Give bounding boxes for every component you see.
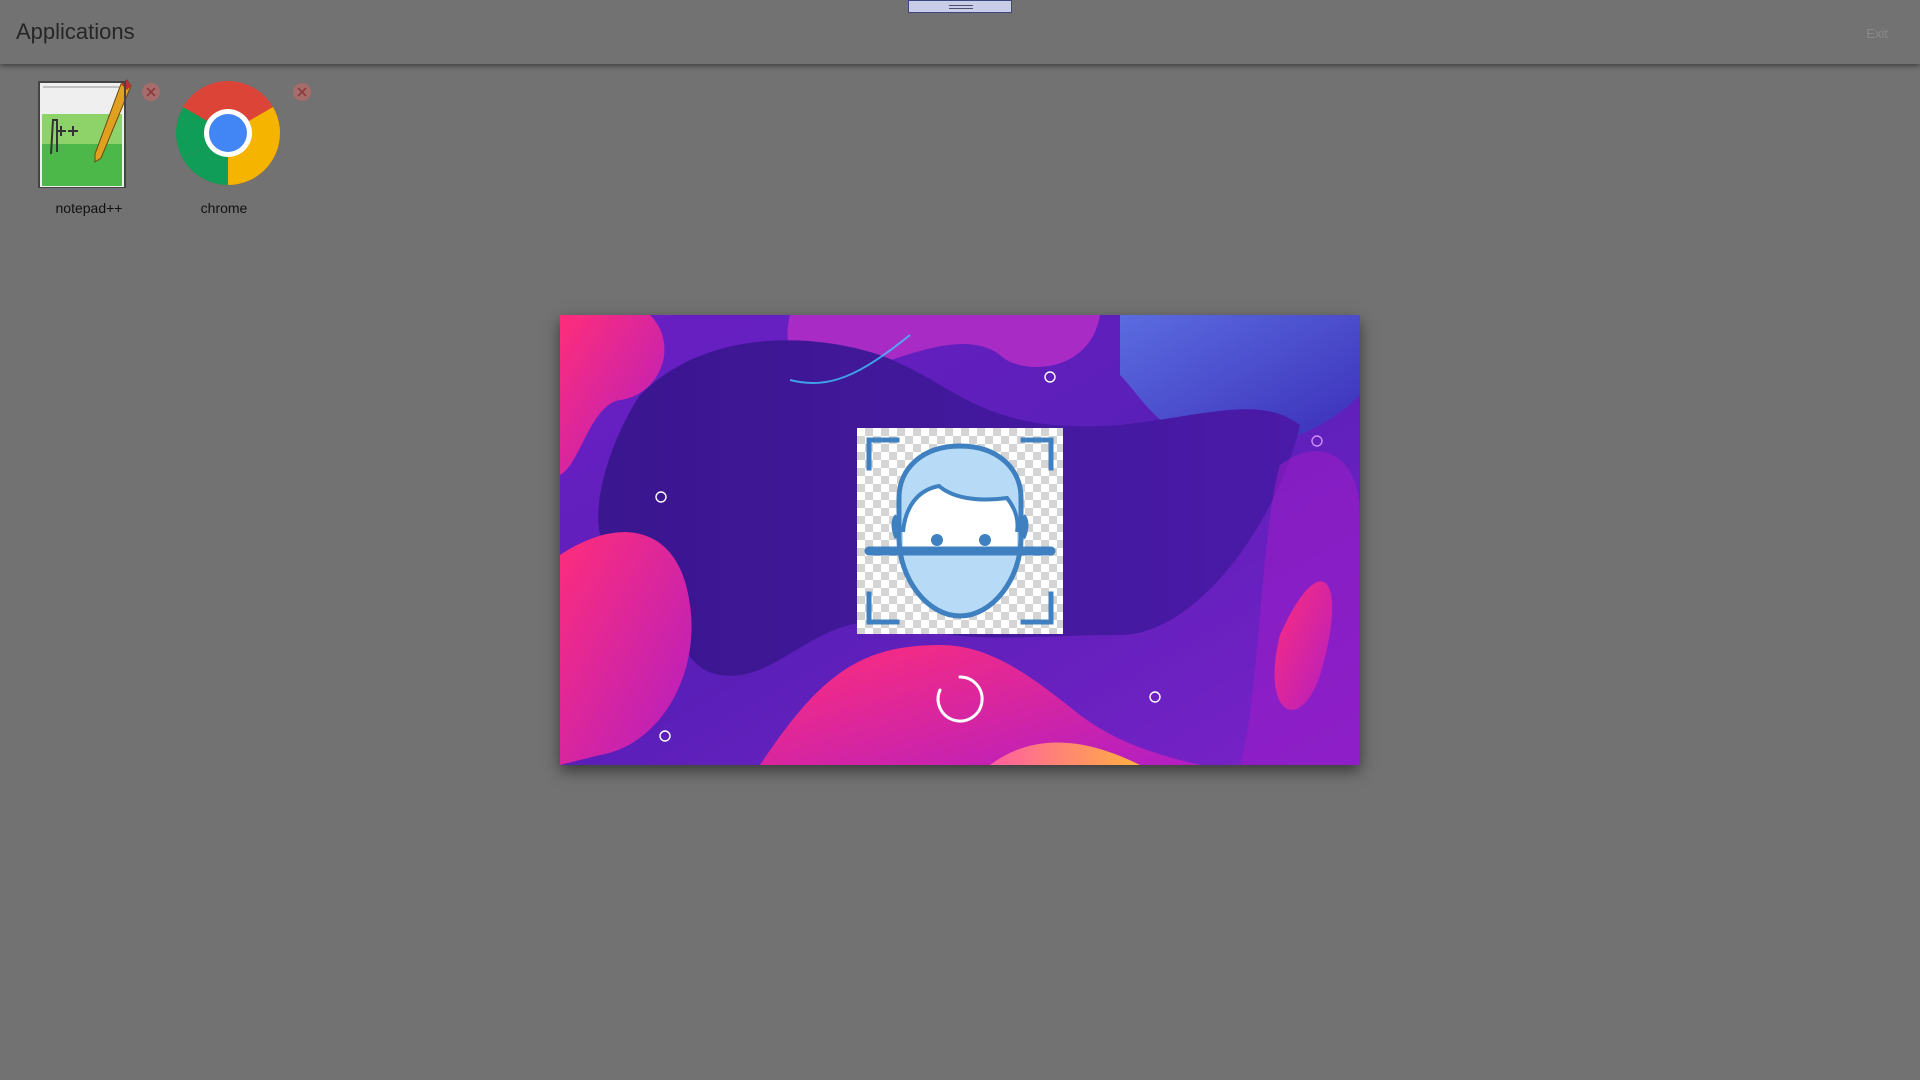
chrome-icon — [176, 81, 280, 185]
face-recognition-dialog — [560, 315, 1360, 765]
app-tile-chrome[interactable]: chrome — [150, 76, 311, 226]
notepad-plus-plus-icon — [38, 79, 132, 188]
drawer-handle[interactable] — [908, 0, 1012, 13]
remove-app-chrome-icon[interactable] — [292, 82, 312, 102]
page-title: Applications — [16, 19, 135, 44]
loading-spinner-icon — [936, 675, 984, 723]
app-label-chrome: chrome — [200, 200, 248, 216]
exit-button[interactable]: Exit — [1866, 26, 1888, 41]
face-scan-image — [857, 428, 1063, 634]
face-scan-icon — [864, 437, 1056, 625]
app-tile-notepad[interactable]: notepad++ — [0, 76, 160, 226]
